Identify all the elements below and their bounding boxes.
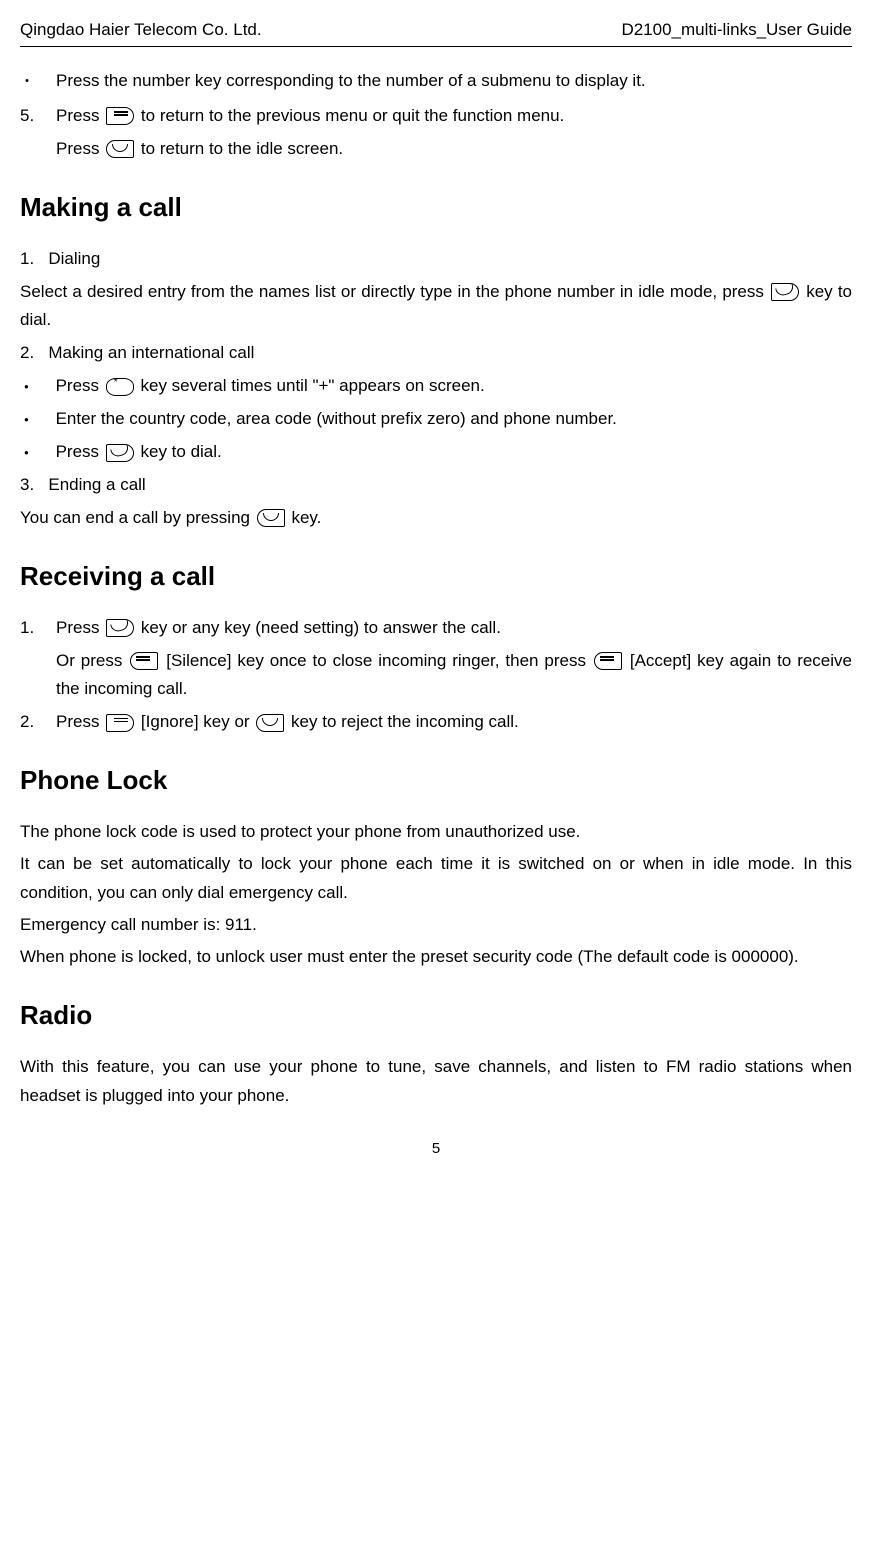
mc-b1-a: Press [56,376,104,395]
mc-item1: Dialing [48,249,100,268]
pl-p3: Emergency call number is: 911. [20,911,852,940]
send-key-icon [106,619,134,637]
rc-s2-c: key to reject the incoming call. [291,712,519,731]
right-softkey-icon [106,107,134,125]
rc-s1-sub-a: Or press [56,651,128,670]
phone-lock-title: Phone Lock [20,765,852,796]
step5-text-a: Press [56,106,104,125]
left-softkey-icon [594,652,622,670]
mc-b3: Press key to dial. [20,438,852,467]
send-key-icon [771,283,799,301]
mc-item3-num: 3. [20,475,34,494]
mc-b1-b: key several times until "+" appears on s… [141,376,485,395]
header-left: Qingdao Haier Telecom Co. Ltd. [20,20,262,40]
making-call-title: Making a call [20,192,852,223]
rc-s1-b: key or any key (need setting) to answer … [141,618,501,637]
mc-b2-row: Enter the country code, area code (witho… [20,405,852,434]
rc-s1-a: Press [56,618,104,637]
step5-sub: Press to return to the idle screen. [56,135,852,164]
rc-s1-num: 1. [20,614,56,643]
rc-s2-num: 2. [20,708,56,737]
mc-item2: Making an international call [48,343,254,362]
pl-p1: The phone lock code is used to protect y… [20,818,852,847]
step-number-5: 5. [20,102,56,131]
mc-item3-para-a: You can end a call by pressing [20,508,255,527]
mc-item2-num: 2. [20,343,34,362]
mc-item1-para: Select a desired entry from the names li… [20,278,852,336]
header-right: D2100_multi-links_User Guide [621,20,852,40]
bullet-dot: ・ [20,67,56,91]
radio-title: Radio [20,1000,852,1031]
step5-content: Press to return to the previous menu or … [56,102,852,131]
radio-p1: With this feature, you can use your phon… [20,1053,852,1111]
receiving-call-title: Receiving a call [20,561,852,592]
pl-p4: When phone is locked, to unlock user mus… [20,943,852,972]
rc-s2-b: [Ignore] key or [141,712,254,731]
step5-sub-a: Press [56,139,104,158]
mc-item1-num: 1. [20,249,34,268]
star-key-icon: * [106,378,134,396]
mc-item3: Ending a call [48,475,145,494]
left-softkey-icon [130,652,158,670]
mc-b3-a: Press [56,442,104,461]
end-key-icon [256,714,284,732]
end-key-icon [257,509,285,527]
right-softkey-icon [106,714,134,732]
step5-text-b: to return to the previous menu or quit t… [141,106,564,125]
mc-item3-para: You can end a call by pressing key. [20,504,852,533]
mc-item1-para-a: Select a desired entry from the names li… [20,282,769,301]
mc-b3-b: key to dial. [141,442,222,461]
end-key-icon [106,140,134,158]
page-number: 5 [20,1140,852,1157]
rc-s1-sub-b: [Silence] key once to close incoming rin… [166,651,592,670]
intro-bullet-text: Press the number key corresponding to th… [56,67,852,96]
rc-s2-a: Press [56,712,104,731]
mc-item3-para-b: key. [291,508,321,527]
mc-b2: Enter the country code, area code (witho… [56,409,617,428]
mc-b1: Press * key several times until "+" appe… [20,372,852,401]
step5-sub-b: to return to the idle screen. [141,139,343,158]
send-key-icon [106,444,134,462]
rc-s1: Press key or any key (need setting) to a… [56,614,852,643]
rc-s1-sub: Or press [Silence] key once to close inc… [20,647,852,705]
pl-p2: It can be set automatically to lock your… [20,850,852,908]
rc-s2: Press [Ignore] key or key to reject the … [56,708,852,737]
